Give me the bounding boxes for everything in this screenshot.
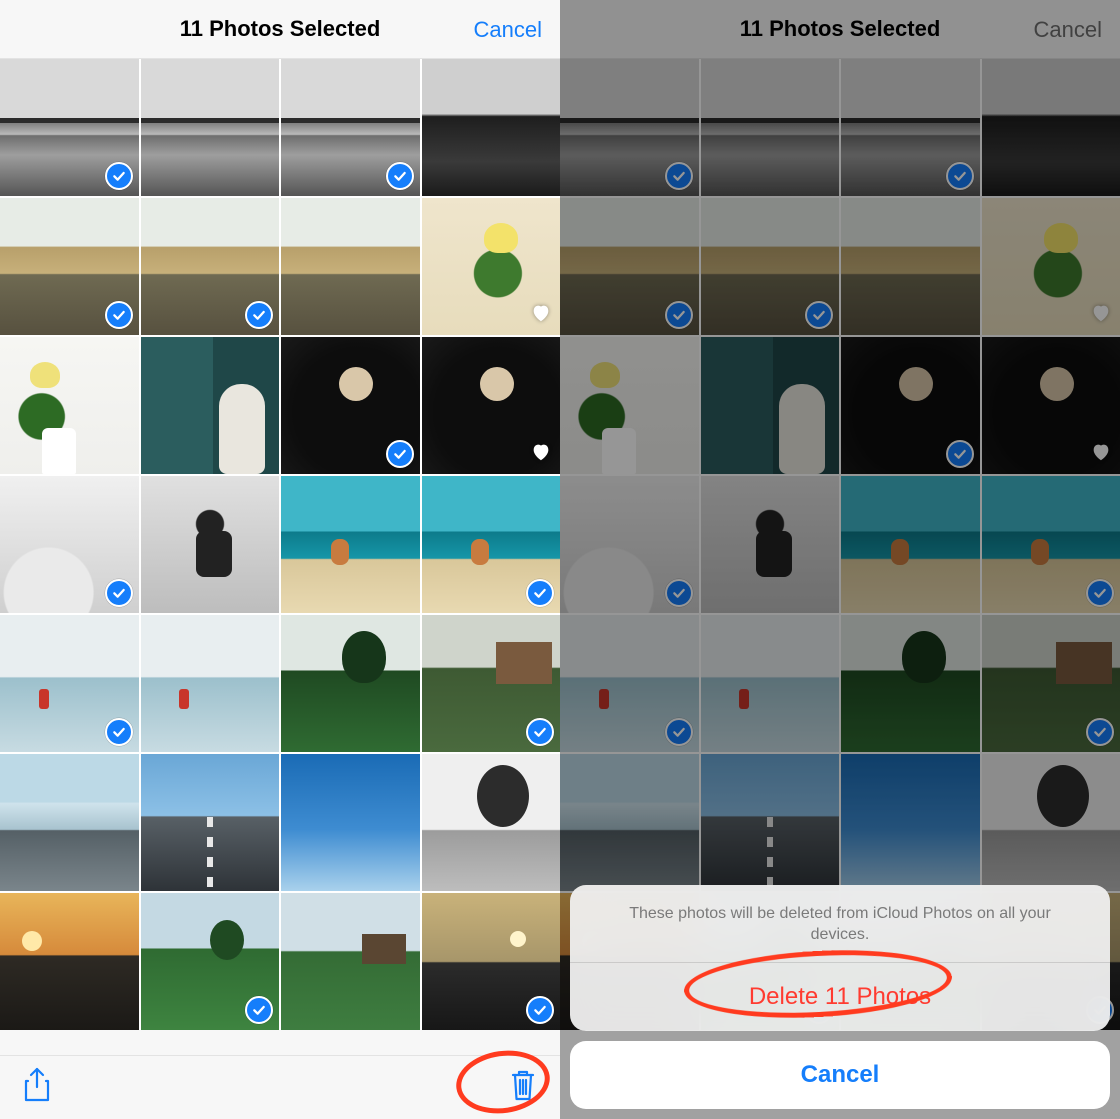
photo-thumbnail[interactable] [560,754,699,891]
selected-check-icon [105,162,133,190]
photo-thumbnail[interactable] [422,59,561,196]
photo-thumbnail[interactable] [0,476,139,613]
selected-check-icon [665,579,693,607]
selected-check-icon [526,579,554,607]
photo-thumbnail[interactable] [701,754,840,891]
photo-thumbnail[interactable] [0,59,139,196]
selected-check-icon [105,579,133,607]
photo-thumbnail[interactable] [701,198,840,335]
favorite-heart-icon [530,441,552,468]
action-sheet-message: These photos will be deleted from iCloud… [570,885,1110,963]
photo-thumbnail[interactable] [841,59,980,196]
selected-check-icon [805,301,833,329]
photo-thumbnail[interactable] [701,337,840,474]
action-sheet-cancel-button[interactable]: Cancel [570,1041,1110,1109]
action-sheet-group: These photos will be deleted from iCloud… [570,885,1110,1031]
photo-thumbnail[interactable] [560,476,699,613]
selected-check-icon [665,718,693,746]
photo-thumbnail[interactable] [701,59,840,196]
photo-thumbnail[interactable] [841,337,980,474]
selected-check-icon [105,718,133,746]
photo-thumbnail[interactable] [281,754,420,891]
photo-thumbnail[interactable] [422,893,561,1030]
photo-thumbnail[interactable] [281,893,420,1030]
photo-thumbnail[interactable] [281,476,420,613]
photo-thumbnail[interactable] [560,198,699,335]
photo-thumbnail[interactable] [281,59,420,196]
photo-thumbnail[interactable] [141,337,280,474]
selected-check-icon [245,301,273,329]
photo-thumbnail[interactable] [841,615,980,752]
selected-check-icon [526,996,554,1024]
photo-thumbnail[interactable] [560,615,699,752]
photo-thumbnail[interactable] [982,59,1120,196]
photo-thumbnail[interactable] [422,337,561,474]
photo-thumbnail[interactable] [141,754,280,891]
selected-check-icon [386,440,414,468]
selected-check-icon [946,440,974,468]
photo-thumbnail[interactable] [281,198,420,335]
photo-thumbnail[interactable] [0,198,139,335]
navigation-bar: 11 Photos Selected Cancel [560,0,1120,59]
photo-thumbnail[interactable] [422,615,561,752]
photo-thumbnail[interactable] [841,198,980,335]
phone-screen-right: 11 Photos Selected Cancel These photos w… [560,0,1120,1119]
selected-check-icon [1086,718,1114,746]
photo-grid[interactable] [0,59,560,1030]
favorite-heart-icon [1090,302,1112,329]
cancel-button[interactable]: Cancel [474,0,542,59]
photo-thumbnail[interactable] [0,615,139,752]
photo-thumbnail[interactable] [0,754,139,891]
photo-thumbnail[interactable] [281,615,420,752]
action-sheet: These photos will be deleted from iCloud… [570,885,1110,1109]
photo-thumbnail[interactable] [141,893,280,1030]
selected-check-icon [665,301,693,329]
photo-thumbnail[interactable] [560,337,699,474]
bottom-toolbar [0,1055,560,1119]
selected-check-icon [386,162,414,190]
selected-check-icon [665,162,693,190]
navigation-bar: 11 Photos Selected Cancel [0,0,560,59]
selected-check-icon [526,718,554,746]
phone-screen-left: 11 Photos Selected Cancel [0,0,560,1119]
photo-thumbnail[interactable] [422,198,561,335]
selected-check-icon [946,162,974,190]
nav-title: 11 Photos Selected [740,16,941,42]
photo-thumbnail[interactable] [560,59,699,196]
favorite-heart-icon [530,302,552,329]
photo-thumbnail[interactable] [422,476,561,613]
photo-thumbnail[interactable] [982,337,1120,474]
photo-thumbnail[interactable] [982,754,1120,891]
photo-thumbnail[interactable] [841,476,980,613]
photo-thumbnail[interactable] [701,615,840,752]
photo-thumbnail[interactable] [982,198,1120,335]
selected-check-icon [245,996,273,1024]
comparison-stage: 11 Photos Selected Cancel 11 [0,0,1120,1119]
selected-check-icon [105,301,133,329]
nav-title: 11 Photos Selected [180,16,381,42]
photo-thumbnail[interactable] [841,754,980,891]
delete-photos-button[interactable]: Delete 11 Photos [570,963,1110,1031]
cancel-button-disabled: Cancel [1034,0,1102,59]
trash-icon[interactable] [508,1067,538,1108]
photo-thumbnail[interactable] [0,337,139,474]
photo-thumbnail[interactable] [281,337,420,474]
photo-thumbnail[interactable] [141,615,280,752]
photo-thumbnail[interactable] [982,615,1120,752]
photo-thumbnail[interactable] [0,893,139,1030]
photo-thumbnail[interactable] [701,476,840,613]
photo-thumbnail[interactable] [982,476,1120,613]
share-icon[interactable] [22,1067,52,1108]
photo-thumbnail[interactable] [141,476,280,613]
selected-check-icon [1086,579,1114,607]
photo-thumbnail[interactable] [422,754,561,891]
favorite-heart-icon [1090,441,1112,468]
photo-thumbnail[interactable] [141,59,280,196]
photo-thumbnail[interactable] [141,198,280,335]
